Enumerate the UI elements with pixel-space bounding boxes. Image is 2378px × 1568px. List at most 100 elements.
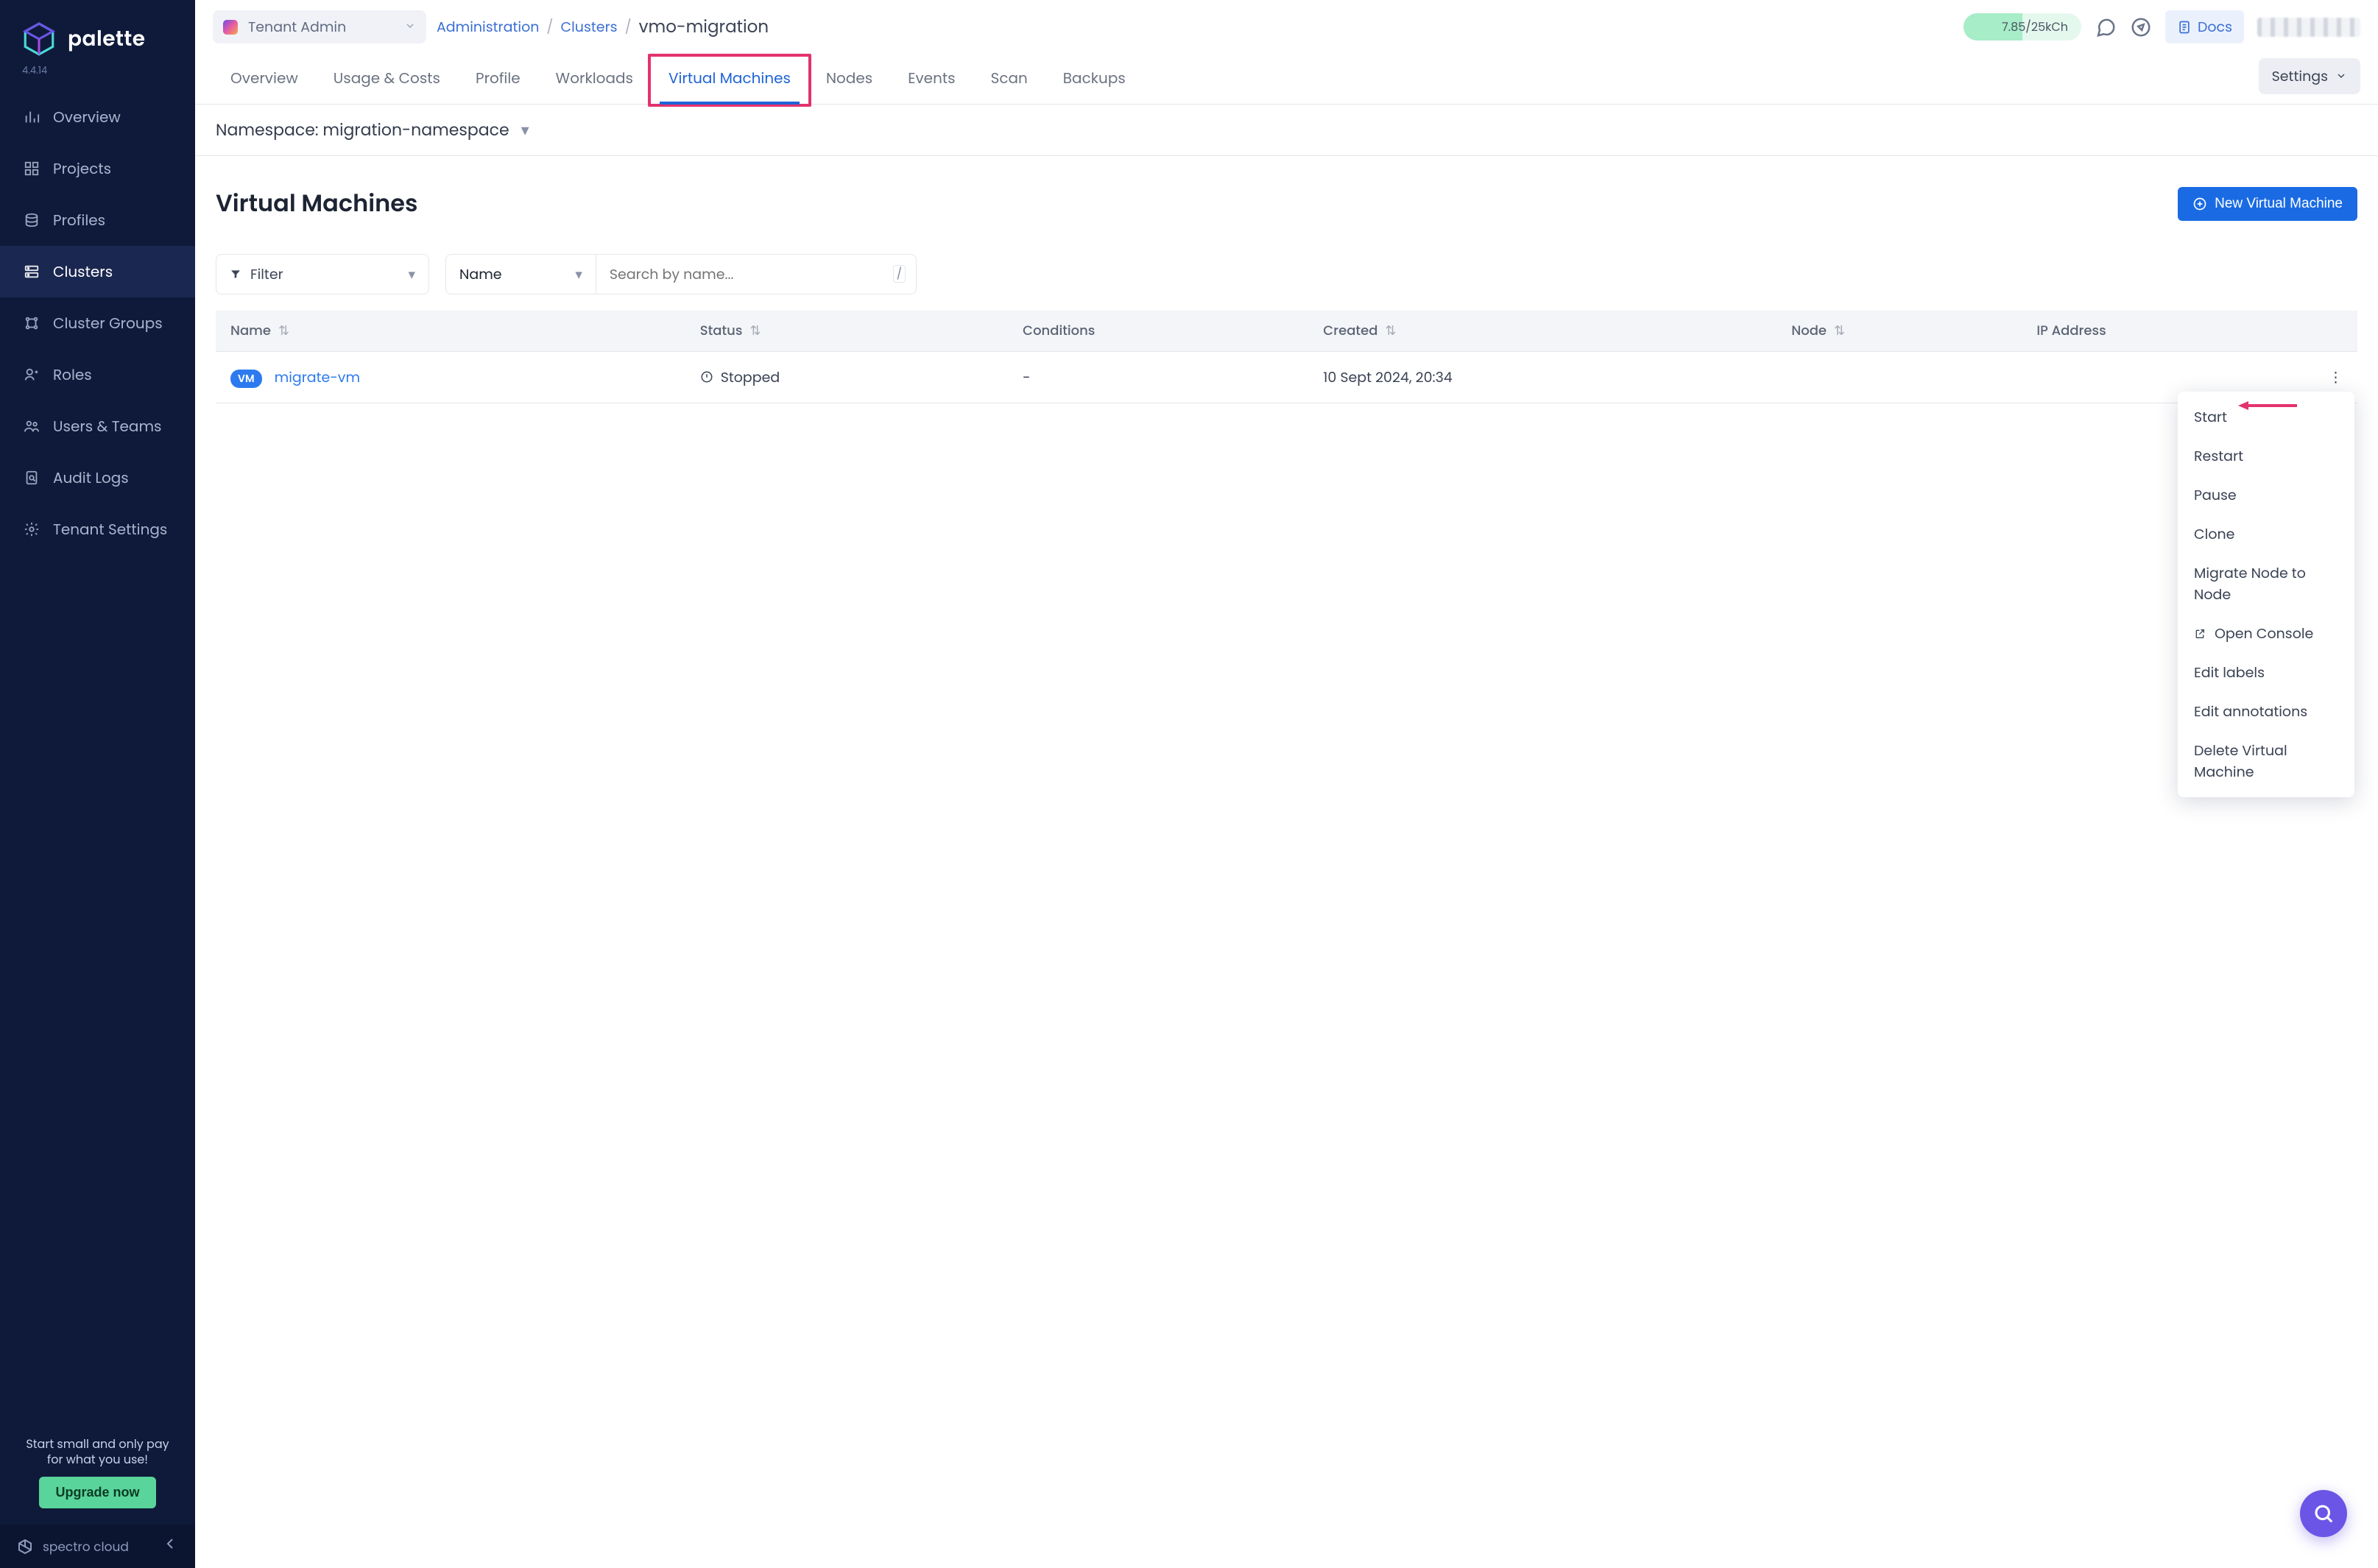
annotation-highlight: Virtual Machines [648,54,811,107]
sidebar-item-users-teams[interactable]: Users & Teams [0,400,195,452]
sidebar-item-tenant-settings[interactable]: Tenant Settings [0,504,195,555]
action-open-console[interactable]: Open Console [2178,614,2354,653]
action-edit-annotations[interactable]: Edit annotations [2178,692,2354,731]
col-ip[interactable]: IP Address [2022,311,2314,352]
sidebar-item-cluster-groups[interactable]: Cluster Groups [0,297,195,349]
breadcrumb: Administration / Clusters / vmo-migratio… [437,15,769,40]
help-search-icon [2312,1502,2335,1525]
col-node[interactable]: Node⇅ [1777,311,2022,352]
sidebar-footer: spectro cloud [0,1525,195,1568]
action-clone[interactable]: Clone [2178,515,2354,554]
caret-down-icon: ▾ [521,118,529,142]
tab-overview[interactable]: Overview [213,57,316,104]
upgrade-now-button[interactable]: Upgrade now [39,1477,155,1508]
settings-label: Settings [2272,66,2328,87]
sidebar-item-label: Users & Teams [53,415,161,437]
col-name[interactable]: Name⇅ [216,311,685,352]
action-pause[interactable]: Pause [2178,476,2354,515]
tenant-selector[interactable]: Tenant Admin [213,10,426,43]
vm-name-link[interactable]: migrate-vm [275,367,360,387]
sort-icon: ⇅ [1385,321,1396,341]
topbar: Tenant Admin Administration / Clusters /… [195,0,2378,43]
collapse-sidebar-button[interactable] [161,1535,179,1558]
table-row[interactable]: VM migrate-vm Stopped - 10 Sept 2024, 20… [216,351,2357,403]
col-created[interactable]: Created⇅ [1308,311,1777,352]
created-cell: 10 Sept 2024, 20:34 [1308,351,1777,403]
sidebar-item-label: Cluster Groups [53,312,163,334]
compass-icon[interactable] [2130,16,2152,38]
spectrocloud-logo-icon [16,1538,34,1555]
namespace-label: Namespace: migration-namespace [216,118,509,142]
vm-table: Name⇅ Status⇅ Conditions Created⇅ Node⇅ … [216,311,2357,403]
tab-profile[interactable]: Profile [458,57,538,104]
search-input[interactable] [596,255,893,294]
tab-usage-costs[interactable]: Usage & Costs [316,57,458,104]
tenant-icon [223,20,238,35]
search-combo: Name ▾ / [445,254,917,294]
breadcrumb-clusters[interactable]: Clusters [560,16,617,38]
chevron-down-icon [404,16,416,38]
audit-logs-icon [24,470,40,486]
sidebar-item-projects[interactable]: Projects [0,143,195,194]
search-field-dropdown[interactable]: Name ▾ [446,255,596,294]
stopped-icon [700,370,713,384]
sidebar-item-label: Overview [53,106,121,128]
filter-dropdown[interactable]: Filter ▾ [216,254,429,294]
gear-icon [24,521,40,537]
plus-circle-icon [2192,197,2207,211]
sidebar-item-clusters[interactable]: Clusters [0,246,195,297]
tab-scan[interactable]: Scan [973,57,1045,104]
col-conditions[interactable]: Conditions [1008,311,1308,352]
action-edit-labels[interactable]: Edit labels [2178,653,2354,692]
brand-name: palette [68,24,146,54]
profiles-icon [24,212,40,228]
sidebar: palette 4.4.14 Overview Projects Profile… [0,0,195,1568]
help-fab-button[interactable] [2300,1490,2347,1537]
search-field-label: Name [459,264,502,285]
docs-icon [2177,20,2192,35]
settings-button[interactable]: Settings [2259,58,2360,94]
credit-value: 7.85/25kCh [2002,18,2068,36]
page-title: Virtual Machines [216,186,417,222]
conditions-cell: - [1008,351,1308,403]
col-status[interactable]: Status⇅ [685,311,1008,352]
sidebar-item-audit-logs[interactable]: Audit Logs [0,452,195,504]
filter-label: Filter [250,264,283,285]
roles-icon [24,367,40,383]
sidebar-item-label: Clusters [53,261,113,283]
filter-icon [230,268,241,280]
tab-nodes[interactable]: Nodes [808,57,890,104]
docs-label: Docs [2198,16,2232,38]
upgrade-text: Start small and only pay for what you us… [18,1436,177,1468]
namespace-selector[interactable]: Namespace: migration-namespace ▾ [195,105,2378,156]
tenant-label: Tenant Admin [248,16,346,38]
new-virtual-machine-button[interactable]: New Virtual Machine [2178,187,2357,221]
users-icon [24,418,40,434]
tab-virtual-machines[interactable]: Virtual Machines [651,57,808,104]
status-text: Stopped [721,367,780,388]
main: Tenant Admin Administration / Clusters /… [195,0,2378,1568]
clusters-icon [24,264,40,280]
sidebar-item-roles[interactable]: Roles [0,349,195,400]
action-migrate[interactable]: Migrate Node to Node [2178,554,2354,614]
sidebar-item-overview[interactable]: Overview [0,91,195,143]
sort-icon: ⇅ [1834,321,1845,341]
footer-brand: spectro cloud [43,1537,129,1556]
tab-backups[interactable]: Backups [1045,57,1143,104]
breadcrumb-administration[interactable]: Administration [437,16,539,38]
version-label: 4.4.14 [0,63,195,91]
credit-usage-pill[interactable]: 7.85/25kCh [1964,13,2081,40]
action-delete-vm[interactable]: Delete Virtual Machine [2178,731,2354,791]
docs-button[interactable]: Docs [2165,10,2244,43]
tab-workloads[interactable]: Workloads [538,57,651,104]
action-restart[interactable]: Restart [2178,437,2354,476]
chat-icon[interactable] [2095,16,2117,38]
tab-events[interactable]: Events [890,57,973,104]
cluster-groups-icon [24,315,40,331]
sidebar-item-profiles[interactable]: Profiles [0,194,195,246]
sidebar-item-label: Projects [53,158,111,180]
partner-logo-redacted [2257,18,2360,37]
tabs: Overview Usage & Costs Profile Workloads… [195,43,2378,105]
sidebar-item-label: Audit Logs [53,467,129,489]
action-start[interactable]: Start [2178,398,2354,437]
